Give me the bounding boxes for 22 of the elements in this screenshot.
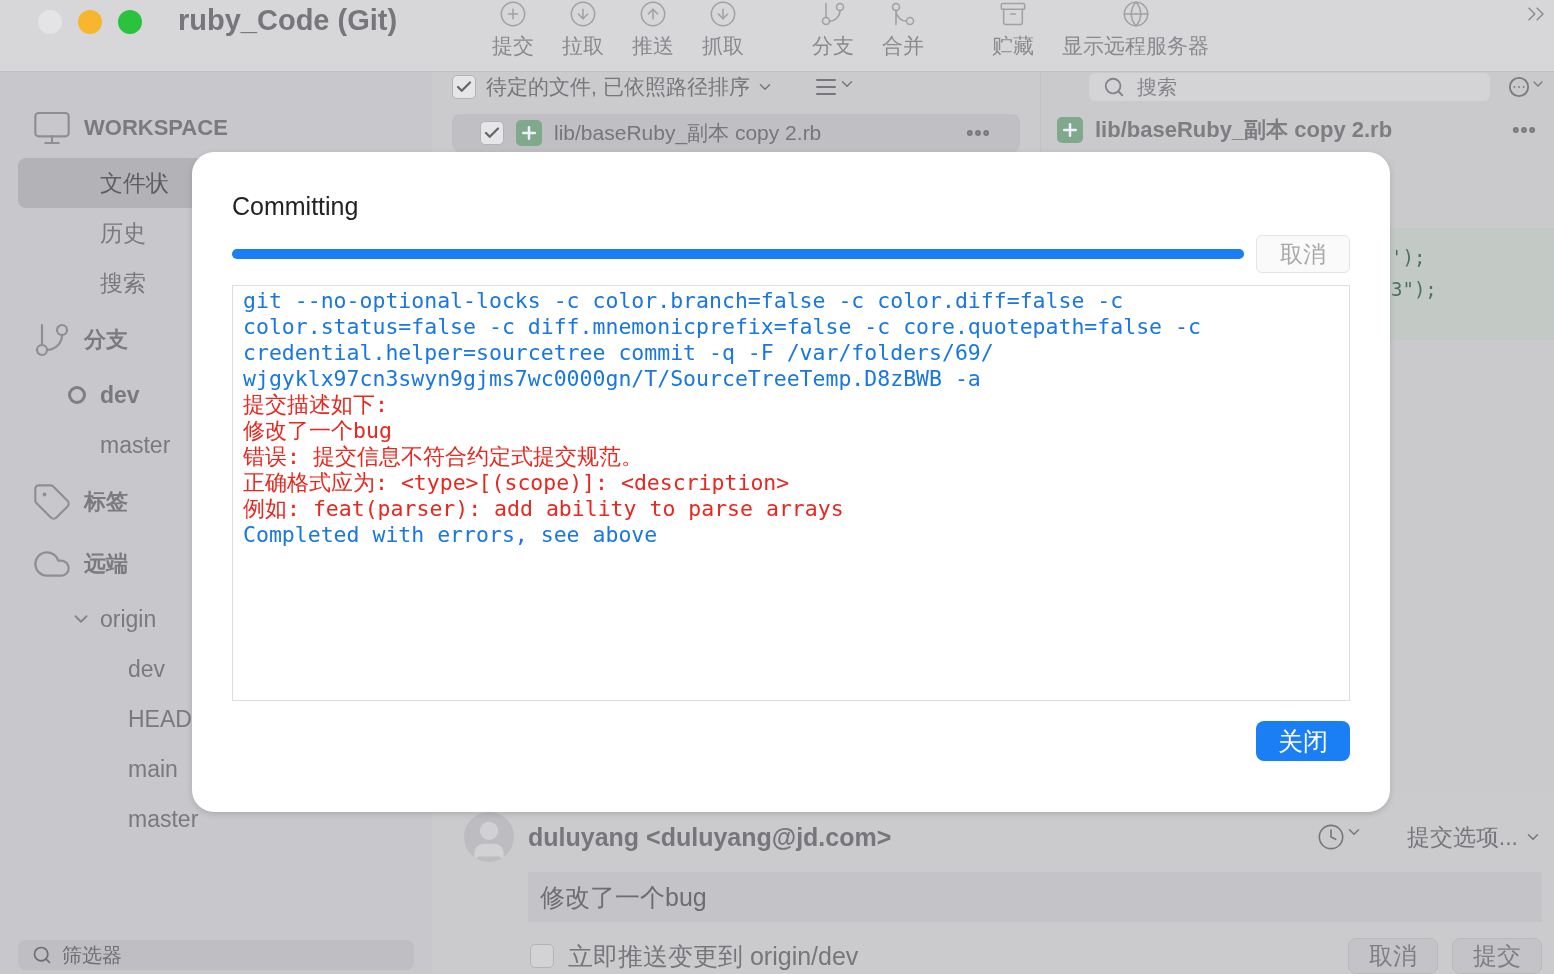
log-line: credential.helper=sourcetree commit -q -F /var/folders/69/: [243, 340, 994, 366]
log-line: Completed with errors, see above: [243, 522, 658, 548]
window-title: ruby_Code (Git): [178, 4, 399, 37]
section-title: 远端: [84, 550, 128, 578]
log-line: 错误: 提交信息不符合约定式提交规范。: [243, 444, 643, 470]
code-line: ');: [1391, 246, 1427, 268]
section-title: 标签: [84, 488, 128, 516]
diff-file-name: lib/baseRuby_副本 copy 2.rb: [1095, 116, 1393, 144]
log-line: 提交描述如下:: [243, 392, 388, 418]
log-line: 例如: feat(parser): add ability to parse arrays: [243, 496, 844, 522]
dialog-title: Committing: [232, 192, 359, 221]
push-label: 立即推送变更到 origin/dev: [568, 940, 859, 972]
section-title: 分支: [84, 326, 128, 354]
code-line: 3");: [1391, 278, 1438, 300]
log-line: color.status=false -c diff.mnemonicprefix=false -c core.quotepath=false -c: [243, 314, 1201, 340]
log-line: wjgyklx97cn3swyn9gjms7wc0000gn/T/SourceTreeTemp.D8zBWB -a: [243, 366, 981, 392]
author: duluyang <duluyang@jd.com>: [528, 822, 892, 852]
log-line: git --no-optional-locks -c color.branch=false -c color.diff=false -c: [243, 288, 1124, 314]
log-line: 正确格式应为: <type>[(scope)]: <description>: [243, 470, 790, 496]
file-path: lib/baseRuby_副本 copy 2.rb: [554, 120, 822, 147]
log-line: 修改了一个bug: [243, 418, 392, 444]
section-title: WORKSPACE: [84, 115, 228, 141]
